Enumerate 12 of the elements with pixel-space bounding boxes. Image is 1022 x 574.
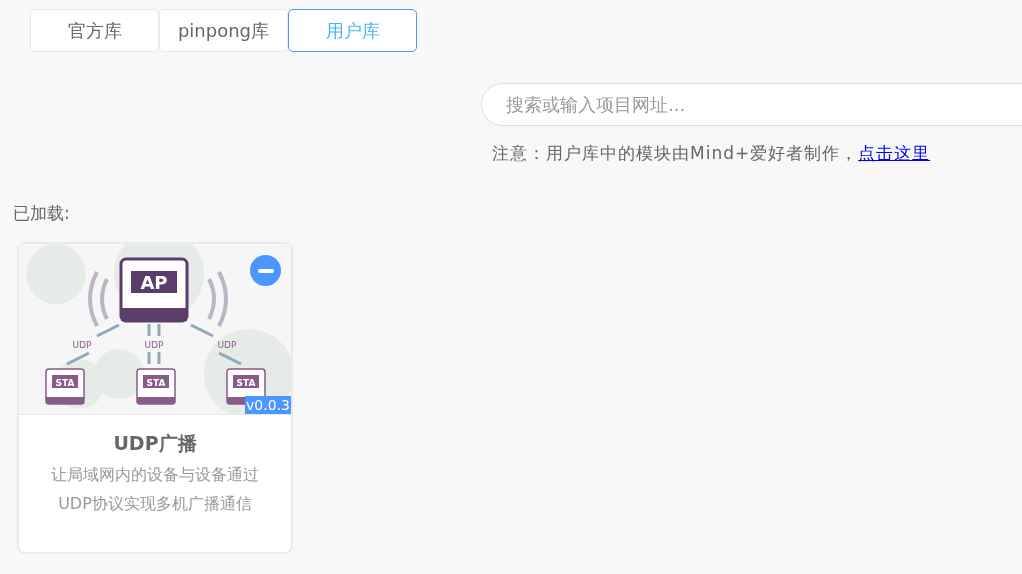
notice-text: 注意：用户库中的模块由Mind+爱好者制作，点击这里 (492, 142, 932, 165)
module-card[interactable]: AP UDP UDP UDP STA STA STA v0.0.3 UDP广播 让局域网内的设备与设备通过 UDP协议实现多机广播通信 (17, 242, 293, 554)
link[interactable]: 点击这里 (858, 143, 931, 163)
minus-icon (257, 268, 274, 273)
search-field[interactable]: 搜索或输入项目网址... (481, 83, 1022, 126)
version-badge: v0.0.3 (245, 396, 291, 414)
card-description: 让局域网内的设备与设备通过 (51, 465, 259, 486)
tab[interactable]: pinpong库 (159, 9, 288, 52)
tab[interactable]: 官方库 (30, 9, 159, 52)
section-label: 已加载: (13, 202, 71, 225)
card-title: UDP广播 (113, 431, 197, 456)
card-description: UDP协议实现多机广播通信 (58, 494, 252, 515)
